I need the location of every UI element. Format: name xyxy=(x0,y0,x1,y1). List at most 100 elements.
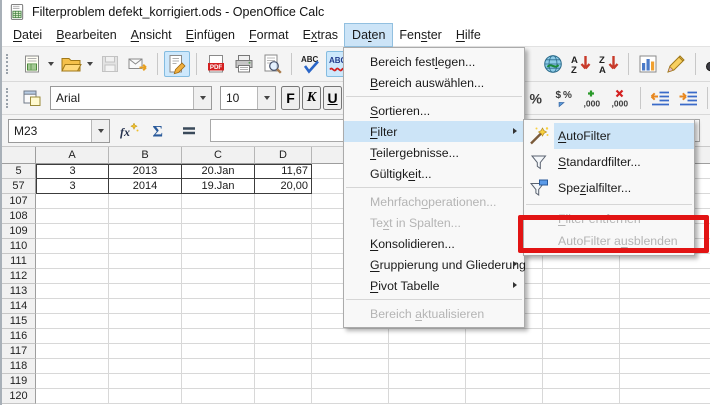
percent-button[interactable]: % xyxy=(524,85,550,111)
cell-b114[interactable] xyxy=(109,299,182,314)
find-button[interactable] xyxy=(702,51,710,77)
cell-b115[interactable] xyxy=(109,314,182,329)
currency-button[interactable]: $% xyxy=(552,85,578,111)
hyperlink-button[interactable] xyxy=(540,51,566,77)
open-button[interactable] xyxy=(58,51,84,77)
cell-d118[interactable] xyxy=(255,359,312,374)
cell-b57[interactable]: 2014 xyxy=(109,179,182,194)
cell-d115[interactable] xyxy=(255,314,312,329)
cell-h115[interactable] xyxy=(543,314,620,329)
font-size-combo[interactable]: 10 xyxy=(220,86,276,110)
cell-a107[interactable] xyxy=(36,194,109,209)
row-header-107[interactable]: 107 xyxy=(2,194,36,209)
cell-c112[interactable] xyxy=(182,269,255,284)
menubar-item-format[interactable]: Format xyxy=(242,24,296,46)
new-document-dropdown[interactable] xyxy=(46,51,55,77)
cell-a5[interactable]: 3 xyxy=(36,164,109,179)
row-header-115[interactable]: 115 xyxy=(2,314,36,329)
cell-a57[interactable]: 3 xyxy=(36,179,109,194)
cell-d117[interactable] xyxy=(255,344,312,359)
cell-b108[interactable] xyxy=(109,209,182,224)
cell-b117[interactable] xyxy=(109,344,182,359)
cell-a119[interactable] xyxy=(36,374,109,389)
font-name-combo[interactable]: Arial xyxy=(50,86,212,110)
row-header-57[interactable]: 57 xyxy=(2,179,36,194)
cell-a114[interactable] xyxy=(36,299,109,314)
print-button[interactable] xyxy=(231,51,257,77)
cell-c5[interactable]: 20.Jan xyxy=(182,164,255,179)
formula-button[interactable] xyxy=(177,119,201,143)
cell-h111[interactable] xyxy=(543,254,620,269)
cell-c116[interactable] xyxy=(182,329,255,344)
cell-f120[interactable] xyxy=(389,389,466,404)
cell-b113[interactable] xyxy=(109,284,182,299)
cell-d114[interactable] xyxy=(255,299,312,314)
cell-i120[interactable] xyxy=(620,389,710,404)
cell-a111[interactable] xyxy=(36,254,109,269)
italic-button[interactable]: K xyxy=(302,86,321,110)
cell-a118[interactable] xyxy=(36,359,109,374)
menubar-item-datei[interactable]: Datei xyxy=(6,24,49,46)
sum-button[interactable]: Σ xyxy=(147,119,171,143)
cell-f119[interactable] xyxy=(389,374,466,389)
menu-item-sortieren[interactable]: Sortieren... xyxy=(344,100,524,121)
font-size-dropdown[interactable] xyxy=(257,87,275,109)
cell-d57[interactable]: 20,00 xyxy=(255,179,312,194)
submenu-item-spezialfilter[interactable]: Spezialfilter... xyxy=(524,175,694,201)
cell-a120[interactable] xyxy=(36,389,109,404)
cell-h119[interactable] xyxy=(543,374,620,389)
cell-d5[interactable]: 11,67 xyxy=(255,164,312,179)
cell-i112[interactable] xyxy=(620,269,710,284)
row-header-108[interactable]: 108 xyxy=(2,209,36,224)
decrease-indent-button[interactable] xyxy=(647,85,673,111)
cell-h116[interactable] xyxy=(543,329,620,344)
cell-f116[interactable] xyxy=(389,329,466,344)
pdf-export-button[interactable]: PDF xyxy=(203,51,229,77)
cell-e120[interactable] xyxy=(312,389,389,404)
cell-a115[interactable] xyxy=(36,314,109,329)
cell-g116[interactable] xyxy=(466,329,543,344)
cell-a117[interactable] xyxy=(36,344,109,359)
spellcheck-button[interactable]: ABC xyxy=(298,51,324,77)
cell-d113[interactable] xyxy=(255,284,312,299)
cell-i118[interactable] xyxy=(620,359,710,374)
cell-e116[interactable] xyxy=(312,329,389,344)
menu-item-gültigkeit[interactable]: Gültigkeit... xyxy=(344,163,524,184)
cell-h118[interactable] xyxy=(543,359,620,374)
row-header-120[interactable]: 120 xyxy=(2,389,36,404)
cell-h112[interactable] xyxy=(543,269,620,284)
cell-b116[interactable] xyxy=(109,329,182,344)
cell-g119[interactable] xyxy=(466,374,543,389)
bold-button[interactable]: F xyxy=(281,86,300,110)
cell-e117[interactable] xyxy=(312,344,389,359)
cell-a112[interactable] xyxy=(36,269,109,284)
row-header-119[interactable]: 119 xyxy=(2,374,36,389)
cell-b110[interactable] xyxy=(109,239,182,254)
row-header-114[interactable]: 114 xyxy=(2,299,36,314)
cell-i115[interactable] xyxy=(620,314,710,329)
cell-d109[interactable] xyxy=(255,224,312,239)
column-header-b[interactable]: B xyxy=(109,147,182,164)
toolbar-grip[interactable] xyxy=(6,54,14,74)
cell-b5[interactable]: 2013 xyxy=(109,164,182,179)
cell-a108[interactable] xyxy=(36,209,109,224)
cell-i119[interactable] xyxy=(620,374,710,389)
cell-d111[interactable] xyxy=(255,254,312,269)
delete-decimal-button[interactable]: ,000 xyxy=(608,85,634,111)
cell-h113[interactable] xyxy=(543,284,620,299)
cell-c118[interactable] xyxy=(182,359,255,374)
underline-button[interactable]: U xyxy=(323,86,342,110)
cell-c107[interactable] xyxy=(182,194,255,209)
cell-a109[interactable] xyxy=(36,224,109,239)
cell-i116[interactable] xyxy=(620,329,710,344)
cell-h117[interactable] xyxy=(543,344,620,359)
page-preview-button[interactable] xyxy=(259,51,285,77)
cell-d108[interactable] xyxy=(255,209,312,224)
cell-i114[interactable] xyxy=(620,299,710,314)
cell-c115[interactable] xyxy=(182,314,255,329)
cell-d116[interactable] xyxy=(255,329,312,344)
menubar-item-hilfe[interactable]: Hilfe xyxy=(449,24,488,46)
cell-a110[interactable] xyxy=(36,239,109,254)
increase-indent-button[interactable] xyxy=(675,85,701,111)
menu-item-filter[interactable]: Filter xyxy=(344,121,524,142)
